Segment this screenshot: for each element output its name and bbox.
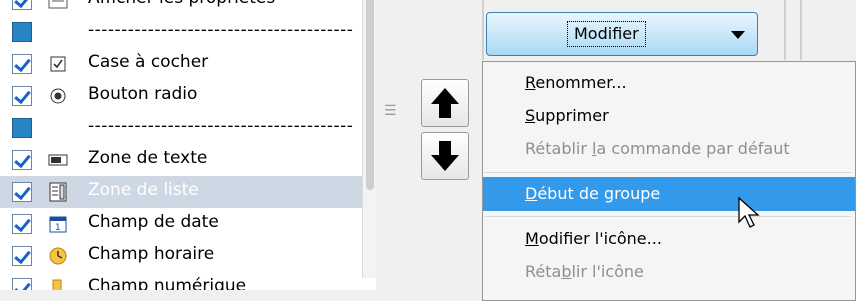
toolbar-items-list[interactable]: Afficher les propriétés ----------------…: [0, 0, 376, 290]
item-visible-checkbox[interactable]: [12, 54, 32, 74]
list-item[interactable]: Champ horaire: [0, 240, 376, 272]
separator-line: ----------------------------------------: [88, 20, 354, 40]
radio-button-icon: [48, 86, 68, 106]
item-visible-checkbox[interactable]: [12, 278, 32, 290]
modifier-button-label: Modifier: [567, 21, 646, 47]
checkbox-icon: [48, 54, 68, 74]
text-box-icon: [48, 150, 68, 170]
menu-item-begin-group[interactable]: Début de groupe: [483, 177, 855, 211]
menu-item-restore-icon: Rétablir l'icône: [525, 262, 644, 281]
list-item[interactable]: 1 Champ de date: [0, 208, 376, 240]
item-visible-checkbox[interactable]: [12, 0, 32, 10]
list-item-label: Champ horaire: [88, 244, 215, 264]
list-item[interactable]: Afficher les propriétés: [0, 0, 376, 16]
divider: [800, 0, 802, 60]
list-separator-item[interactable]: ----------------------------------------: [0, 112, 376, 144]
arrow-up-icon: [431, 88, 459, 118]
list-item-label: Bouton radio: [88, 84, 198, 104]
arrow-down-icon: [431, 141, 459, 171]
item-visible-checkbox[interactable]: [12, 182, 32, 202]
scrollbar-thumb[interactable]: [366, 0, 374, 190]
menu-separator: [485, 172, 851, 173]
date-field-icon: 1: [48, 214, 68, 234]
separator-line: ----------------------------------------: [88, 116, 354, 136]
modifier-context-menu: Renommer... Supprimer Rétablir la comman…: [482, 61, 856, 301]
list-item[interactable]: Zone de texte: [0, 144, 376, 176]
separator-marker[interactable]: [12, 22, 32, 42]
move-down-button[interactable]: [421, 132, 469, 180]
list-box-icon: [48, 182, 68, 202]
menu-item-restore-default-command: Rétablir la commande par défaut: [525, 139, 790, 158]
list-scrollbar[interactable]: [362, 0, 376, 278]
list-item[interactable]: Case à cocher: [0, 48, 376, 80]
numeric-field-icon: [48, 278, 68, 290]
item-visible-checkbox[interactable]: [12, 214, 32, 234]
mouse-pointer-icon: [738, 196, 760, 228]
divider: [482, 0, 484, 60]
separator-marker[interactable]: [12, 118, 32, 138]
item-visible-checkbox[interactable]: [12, 150, 32, 170]
item-visible-checkbox[interactable]: [12, 246, 32, 266]
chevron-down-icon: [731, 31, 745, 39]
svg-text:1: 1: [55, 223, 61, 233]
list-item[interactable]: Bouton radio: [0, 80, 376, 112]
menu-item-modify-icon[interactable]: Modifier l'icône...: [483, 222, 855, 256]
menu-item-delete[interactable]: Supprimer: [483, 99, 855, 133]
time-field-icon: [48, 246, 68, 266]
list-item[interactable]: Champ numérique: [0, 272, 376, 290]
list-item-label: Zone de liste: [88, 180, 199, 200]
list-item-label: Zone de texte: [88, 148, 208, 168]
menu-separator: [485, 216, 851, 217]
divider: [784, 0, 786, 60]
list-item-selected[interactable]: Zone de liste: [0, 176, 376, 208]
splitter-grip-icon[interactable]: ☰: [384, 104, 397, 120]
list-item-label: Case à cocher: [88, 52, 209, 72]
modifier-dropdown-button[interactable]: Modifier: [486, 12, 758, 56]
item-visible-checkbox[interactable]: [12, 86, 32, 106]
list-item-label: Champ de date: [88, 212, 219, 232]
properties-icon: [48, 0, 68, 10]
list-item-label: Afficher les propriétés: [88, 0, 275, 8]
move-up-button[interactable]: [421, 79, 469, 127]
list-separator-item[interactable]: ----------------------------------------: [0, 16, 376, 48]
menu-item-rename[interactable]: Renommer...: [483, 66, 855, 100]
